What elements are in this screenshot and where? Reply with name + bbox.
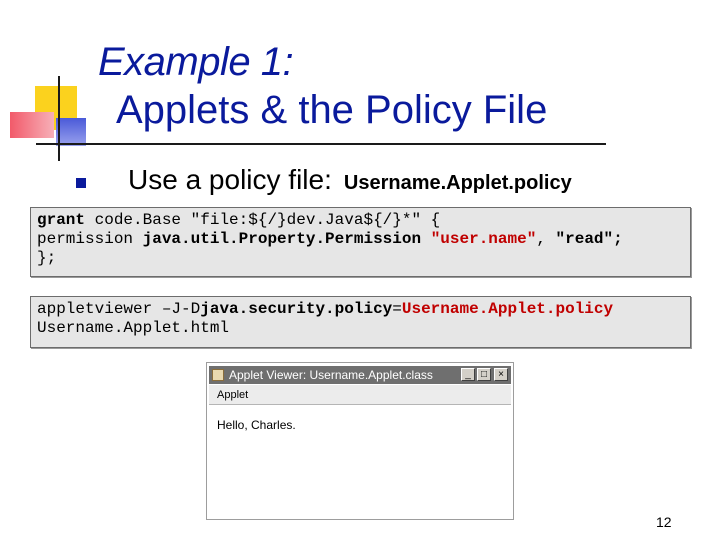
java-app-icon xyxy=(212,369,224,381)
bullet-filename: Username.Applet.policy xyxy=(343,172,572,194)
code-keyword-grant: grant xyxy=(37,211,86,229)
bullet-square-icon xyxy=(76,178,86,188)
code-line1-rest: code.Base "file:${/}dev.Java${/}*" { xyxy=(85,211,441,229)
command-line2: Username.Applet.html xyxy=(37,319,230,337)
close-button[interactable]: × xyxy=(494,368,508,381)
command-code-block: appletviewer –J-Djava.security.policy=Us… xyxy=(30,296,691,348)
code-line2-read: "read"; xyxy=(555,230,623,248)
code-line2-comma: , xyxy=(536,230,556,248)
page-number: 12 xyxy=(656,514,672,530)
window-titlebar[interactable]: Applet Viewer: Username.Applet.class _ □… xyxy=(209,366,511,384)
applet-output-text: Hello, Charles. xyxy=(217,418,296,432)
code-line2-class: java.util.Property.Permission xyxy=(142,230,422,248)
minimize-button[interactable]: _ xyxy=(461,368,475,381)
title-divider xyxy=(36,143,606,145)
command-property: java.security.policy xyxy=(200,300,393,318)
applet-menu[interactable]: Applet xyxy=(209,385,511,405)
code-line2-pre: permission xyxy=(37,230,143,248)
slide-title-line2: Applets & the Policy File xyxy=(116,88,548,132)
applet-viewer-window: Applet Viewer: Username.Applet.class _ □… xyxy=(206,362,514,520)
bullet-item: Use a policy file: Username.Applet.policy xyxy=(128,164,572,196)
policy-code-block: grant code.Base "file:${/}dev.Java${/}*"… xyxy=(30,207,691,277)
logo-vertical-line xyxy=(58,76,60,161)
command-equals: = xyxy=(392,300,402,318)
command-pre: appletviewer –J-D xyxy=(37,300,201,318)
code-line2-space xyxy=(421,230,431,248)
logo-blue-block xyxy=(56,118,86,146)
logo-red-block xyxy=(10,112,54,138)
maximize-button[interactable]: □ xyxy=(477,368,491,381)
slide-title-line1: Example 1: xyxy=(98,40,294,84)
code-line2-string: "user.name" xyxy=(430,230,537,248)
code-line3: }; xyxy=(37,249,57,267)
command-policy-file: Username.Applet.policy xyxy=(401,300,614,318)
window-title: Applet Viewer: Username.Applet.class xyxy=(229,368,433,382)
bullet-text: Use a policy file: xyxy=(128,164,332,195)
